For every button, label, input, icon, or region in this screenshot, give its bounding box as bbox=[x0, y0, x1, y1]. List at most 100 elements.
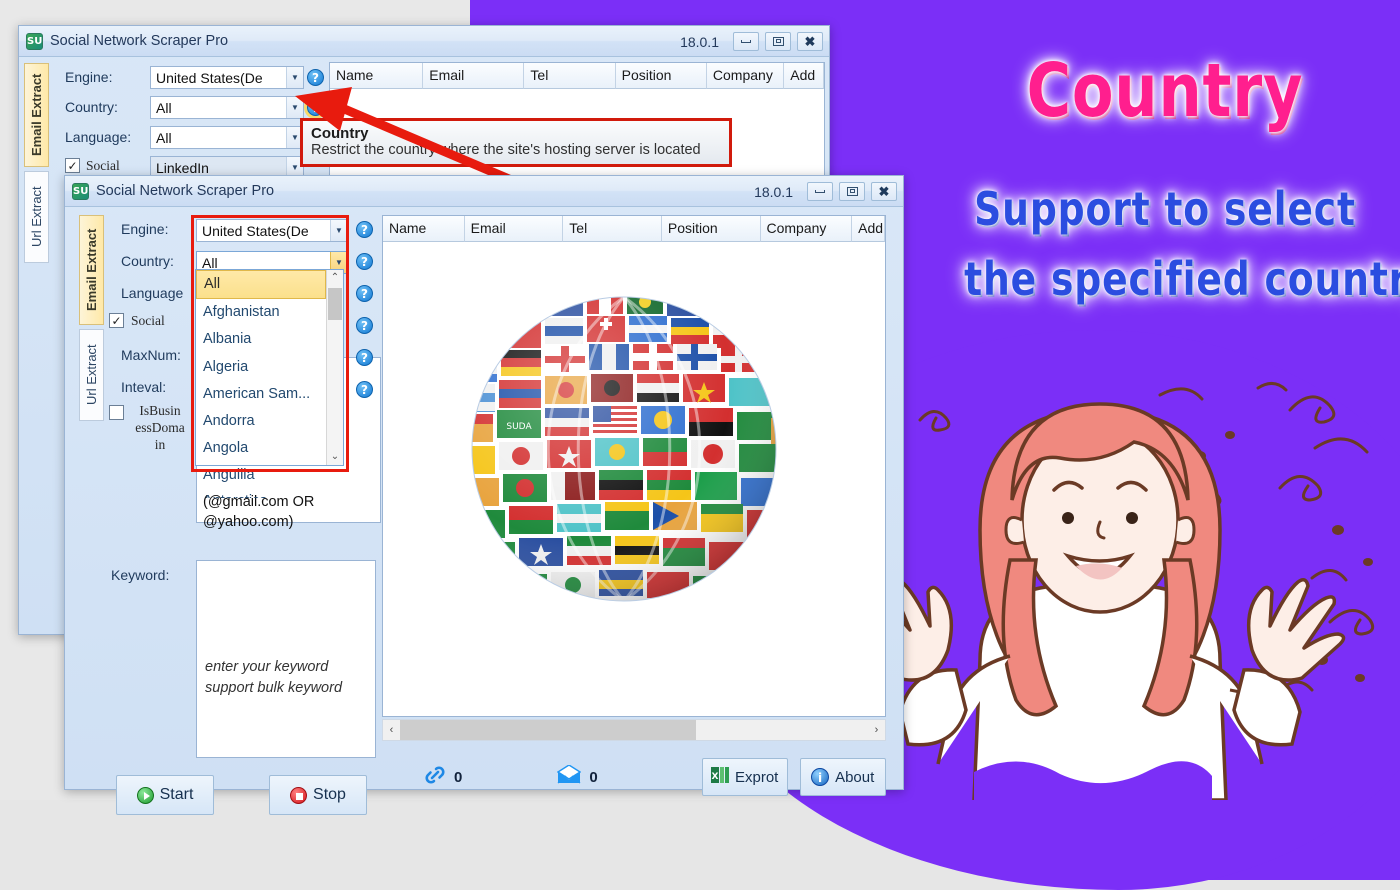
help-icon-inteval[interactable]: ? bbox=[356, 381, 373, 398]
language-label: Language: bbox=[65, 129, 132, 145]
illustration-woman bbox=[860, 360, 1400, 800]
keyword-placeholder-line-2: support bulk keyword bbox=[205, 680, 343, 696]
country-option[interactable]: Antarctica bbox=[196, 490, 326, 498]
scroll-up-arrow[interactable]: ⌃ bbox=[327, 270, 343, 286]
scroll-right-arrow[interactable]: › bbox=[868, 724, 885, 736]
language-value: All bbox=[156, 129, 172, 146]
horizontal-scrollbar[interactable]: ‹ › bbox=[382, 719, 886, 741]
country-option[interactable]: Anguilla bbox=[196, 462, 326, 489]
scroll-down-arrow[interactable]: ⌄ bbox=[327, 449, 343, 465]
social-label: Social bbox=[86, 158, 120, 173]
minimize-button[interactable] bbox=[733, 32, 759, 51]
help-icon-social[interactable]: ? bbox=[356, 317, 373, 334]
minimize-button[interactable] bbox=[807, 182, 833, 201]
tab-url-extract[interactable]: Url Extract bbox=[24, 171, 49, 263]
scroll-left-arrow[interactable]: ‹ bbox=[383, 724, 400, 736]
engine-label: Engine: bbox=[65, 69, 113, 85]
checkmark-icon: ✓ bbox=[111, 313, 122, 328]
country-select[interactable]: All ▼ bbox=[150, 96, 304, 119]
column-header-email[interactable]: Email bbox=[464, 216, 564, 242]
window-controls-back[interactable]: 18.0.1 ✖ bbox=[680, 26, 823, 57]
about-button[interactable]: i About bbox=[799, 758, 886, 796]
help-icon-country[interactable]: ? bbox=[307, 99, 324, 116]
language-select[interactable]: All ▼ bbox=[150, 126, 304, 149]
country-option[interactable]: Algeria bbox=[196, 354, 326, 381]
language-label: Language bbox=[121, 285, 184, 301]
help-icon-engine[interactable]: ? bbox=[356, 221, 373, 238]
column-header-company[interactable]: Company bbox=[706, 63, 785, 89]
play-icon bbox=[136, 786, 154, 804]
chevron-down-icon[interactable]: ▼ bbox=[286, 97, 303, 118]
vertical-tabs-front[interactable]: Email Extract Url Extract bbox=[79, 215, 105, 421]
column-header-tel[interactable]: Tel bbox=[563, 216, 662, 242]
country-option[interactable]: Albania bbox=[196, 326, 326, 353]
chevron-down-icon[interactable]: ▼ bbox=[330, 220, 347, 241]
country-option-list[interactable]: All Afghanistan Albania Algeria American… bbox=[196, 270, 326, 498]
help-icon-language[interactable]: ? bbox=[356, 285, 373, 302]
stop-button[interactable]: Stop bbox=[269, 775, 367, 815]
keyword-textarea[interactable]: enter your keyword support bulk keyword bbox=[196, 560, 376, 758]
column-header-position[interactable]: Position bbox=[615, 63, 707, 89]
tooltip-body: Restrict the country where the site's ho… bbox=[311, 142, 701, 158]
help-icon-maxnum[interactable]: ? bbox=[356, 349, 373, 366]
window-title-back: Social Network Scraper Pro bbox=[50, 33, 229, 49]
country-option[interactable]: Andorra bbox=[196, 408, 326, 435]
column-header-name[interactable]: Name bbox=[330, 63, 424, 89]
link-icon bbox=[424, 764, 446, 790]
country-option[interactable]: All bbox=[196, 270, 326, 300]
keyword-placeholder-line-1: enter your keyword bbox=[205, 659, 329, 675]
close-button[interactable]: ✖ bbox=[797, 32, 823, 51]
isbusinessdomain-checkbox[interactable] bbox=[109, 405, 124, 420]
social-label: Social bbox=[131, 313, 165, 328]
country-option[interactable]: Afghanistan bbox=[196, 299, 326, 326]
version-label-back: 18.0.1 bbox=[680, 33, 719, 50]
window-front[interactable]: SU Social Network Scraper Pro 18.0.1 ✖ E… bbox=[64, 175, 904, 815]
results-table-front[interactable]: Name Email Tel Position Company Add bbox=[382, 215, 886, 717]
social-checkbox[interactable]: ✓ bbox=[109, 313, 124, 328]
start-button[interactable]: Start bbox=[116, 775, 214, 815]
info-icon: i bbox=[811, 768, 830, 786]
export-button-label: Exprot bbox=[735, 768, 779, 786]
column-header-name[interactable]: Name bbox=[383, 216, 465, 242]
social-checkbox[interactable]: ✓ bbox=[65, 158, 80, 173]
scrollbar-track[interactable] bbox=[400, 720, 868, 740]
column-header-tel[interactable]: Tel bbox=[524, 63, 616, 89]
tab-url-extract[interactable]: Url Extract bbox=[79, 329, 104, 421]
mail-icon bbox=[557, 764, 582, 789]
help-icon-engine[interactable]: ? bbox=[307, 69, 324, 86]
country-option[interactable]: Angola bbox=[196, 435, 326, 462]
column-header-position[interactable]: Position bbox=[661, 216, 761, 242]
column-header-add[interactable]: Add bbox=[784, 63, 824, 89]
stop-button-label: Stop bbox=[313, 786, 346, 803]
maximize-button[interactable] bbox=[839, 182, 865, 201]
promo-subtitle-line-2: the specified country bbox=[964, 252, 1400, 306]
country-dropdown-popup[interactable]: All Afghanistan Albania Algeria American… bbox=[195, 269, 344, 498]
country-label: Country: bbox=[65, 99, 118, 115]
titlebar-front[interactable]: SU Social Network Scraper Pro 18.0.1 ✖ bbox=[65, 176, 903, 207]
globe-flags-icon: SUDA bbox=[463, 288, 785, 610]
column-header-email[interactable]: Email bbox=[423, 63, 525, 89]
tooltip-title: Country bbox=[311, 125, 369, 142]
tab-email-extract[interactable]: Email Extract bbox=[24, 63, 49, 167]
country-option[interactable]: American Sam... bbox=[196, 381, 326, 408]
engine-select[interactable]: United States(De ▼ bbox=[196, 219, 348, 242]
engine-select[interactable]: United States(De ▼ bbox=[150, 66, 304, 89]
column-header-add[interactable]: Add bbox=[852, 216, 885, 242]
keyword-label: Keyword: bbox=[111, 567, 170, 583]
close-button[interactable]: ✖ bbox=[871, 182, 897, 201]
chevron-down-icon[interactable]: ▼ bbox=[286, 67, 303, 88]
tab-email-extract[interactable]: Email Extract bbox=[79, 215, 104, 325]
window-controls-front[interactable]: 18.0.1 ✖ bbox=[754, 176, 897, 207]
app-icon: SU bbox=[72, 182, 89, 200]
mail-count: 0 bbox=[589, 768, 598, 786]
maxnum-label: MaxNum: bbox=[121, 347, 181, 363]
export-button[interactable]: X Exprot bbox=[701, 758, 788, 796]
maximize-button[interactable] bbox=[765, 32, 791, 51]
help-icon-country[interactable]: ? bbox=[356, 253, 373, 270]
titlebar-back[interactable]: SU Social Network Scraper Pro 18.0.1 ✖ bbox=[19, 26, 829, 57]
vertical-tabs-back[interactable]: Email Extract Url Extract bbox=[24, 63, 50, 263]
scrollbar-thumb[interactable] bbox=[400, 720, 696, 740]
column-header-company[interactable]: Company bbox=[760, 216, 853, 242]
dropdown-scrollbar-thumb[interactable] bbox=[328, 288, 342, 320]
dropdown-scrollbar[interactable]: ⌃ ⌄ bbox=[326, 270, 343, 465]
